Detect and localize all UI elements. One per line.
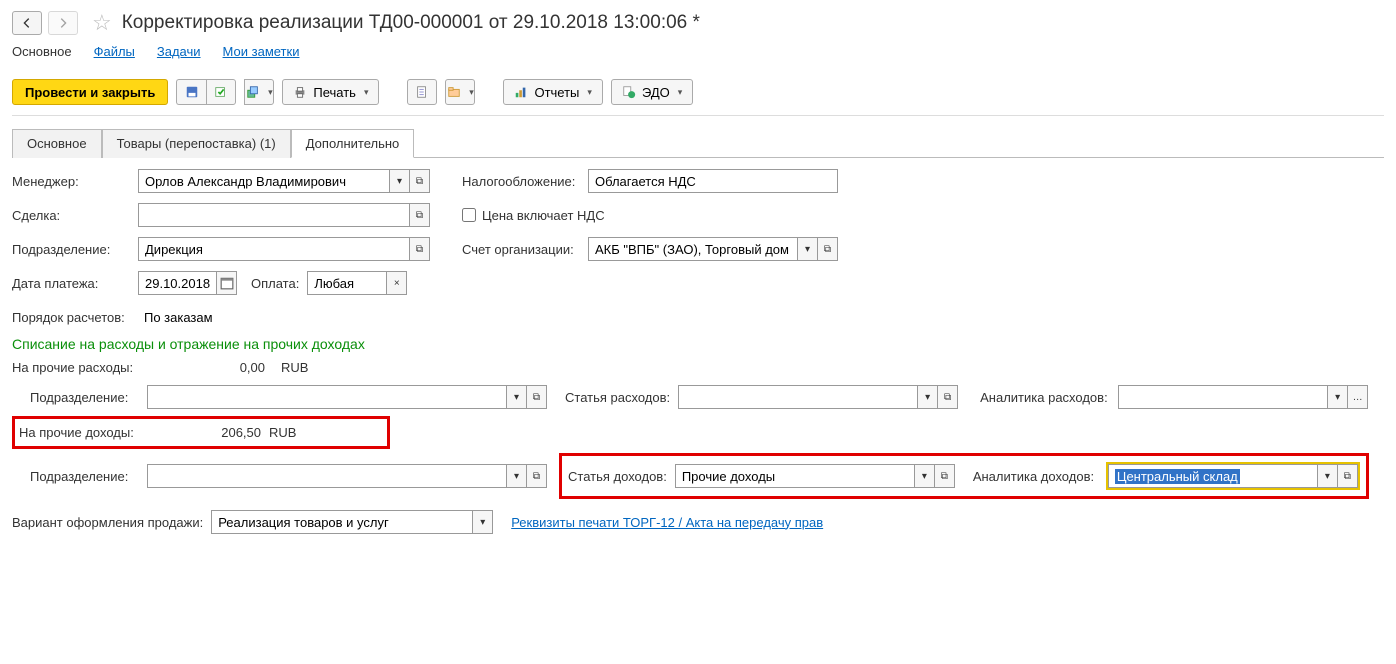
save-button[interactable]: [176, 79, 206, 105]
exp-dept-input: [147, 385, 507, 409]
payment-input[interactable]: [307, 271, 387, 295]
print-button[interactable]: Печать▾: [282, 79, 379, 105]
expenses-income-section-title: Списание на расходы и отражение на прочи…: [12, 336, 1384, 352]
post-button[interactable]: [206, 79, 236, 105]
tab-main[interactable]: Основное: [12, 129, 102, 158]
favorite-star-icon[interactable]: ☆: [92, 10, 112, 36]
exp-dept-label: Подразделение:: [30, 390, 139, 405]
reports-button[interactable]: Отчеты▾: [503, 79, 602, 105]
inc-anal-input[interactable]: Центральный склад: [1108, 464, 1318, 488]
exp-currency: RUB: [281, 360, 308, 375]
tax-label: Налогообложение:: [462, 174, 580, 189]
edo-button[interactable]: ЭДО▾: [611, 79, 693, 105]
other-income-label: На прочие доходы:: [19, 425, 151, 440]
inc-dept-label: Подразделение:: [30, 469, 139, 484]
inc-item-input[interactable]: [675, 464, 915, 488]
dept-label: Подразделение:: [12, 242, 130, 257]
exp-dept-open-button: ⧉: [527, 385, 547, 409]
manager-open-button[interactable]: ⧉: [410, 169, 430, 193]
exp-anal-more-button: …: [1348, 385, 1368, 409]
other-expenses-label: На прочие расходы:: [12, 360, 147, 375]
paydate-input[interactable]: [138, 271, 217, 295]
org-account-open-button[interactable]: ⧉: [818, 237, 838, 261]
sale-variant-dropdown-button[interactable]: ▾: [473, 510, 493, 534]
attachments-button[interactable]: ▾: [445, 79, 475, 105]
inc-dept-open-button[interactable]: ⧉: [527, 464, 547, 488]
topnav-main[interactable]: Основное: [12, 44, 72, 59]
inc-dept-input[interactable]: [147, 464, 507, 488]
order-value: [138, 305, 430, 329]
torg12-link[interactable]: Реквизиты печати ТОРГ-12 / Акта на перед…: [511, 515, 823, 530]
org-account-dropdown-button[interactable]: ▾: [798, 237, 818, 261]
inc-item-dropdown-button[interactable]: ▾: [915, 464, 935, 488]
manager-input[interactable]: [138, 169, 390, 193]
inc-currency: RUB: [269, 425, 296, 440]
nav-back-button[interactable]: [12, 11, 42, 35]
inc-item-open-button[interactable]: ⧉: [935, 464, 955, 488]
topnav-notes[interactable]: Мои заметки: [223, 44, 300, 59]
inc-item-label: Статья доходов:: [568, 469, 667, 484]
inc-anal-dropdown-button[interactable]: ▾: [1318, 464, 1338, 488]
topnav-files[interactable]: Файлы: [94, 44, 135, 59]
nav-forward-button: [48, 11, 78, 35]
exp-anal-dropdown-button: ▾: [1328, 385, 1348, 409]
other-expenses-amount: 0,00: [155, 360, 265, 375]
price-includes-vat-label: Цена включает НДС: [482, 208, 605, 223]
tab-extra[interactable]: Дополнительно: [291, 129, 415, 158]
topnav-tasks[interactable]: Задачи: [157, 44, 201, 59]
page-title: Корректировка реализации ТД00-000001 от …: [122, 12, 700, 34]
based-on-button[interactable]: ▾: [244, 79, 274, 105]
payment-label: Оплата:: [251, 276, 299, 291]
document-button[interactable]: [407, 79, 437, 105]
manager-label: Менеджер:: [12, 174, 130, 189]
sale-variant-input[interactable]: [211, 510, 473, 534]
payment-clear-button[interactable]: ×: [387, 271, 407, 295]
inc-anal-label: Аналитика доходов:: [973, 469, 1098, 484]
exp-item-input: [678, 385, 918, 409]
exp-item-dropdown-button: ▾: [918, 385, 938, 409]
price-includes-vat-checkbox[interactable]: [462, 208, 476, 222]
sale-variant-label: Вариант оформления продажи:: [12, 515, 203, 530]
tax-input[interactable]: [588, 169, 838, 193]
dept-input[interactable]: [138, 237, 410, 261]
exp-anal-label: Аналитика расходов:: [980, 390, 1110, 405]
deal-open-button[interactable]: ⧉: [410, 203, 430, 227]
org-account-label: Счет организации:: [462, 242, 580, 257]
manager-dropdown-button[interactable]: ▾: [390, 169, 410, 193]
exp-dept-dropdown-button: ▾: [507, 385, 527, 409]
exp-item-open-button: ⧉: [938, 385, 958, 409]
paydate-label: Дата платежа:: [12, 276, 130, 291]
exp-anal-input: [1118, 385, 1328, 409]
dept-open-button[interactable]: ⧉: [410, 237, 430, 261]
org-account-input[interactable]: [588, 237, 798, 261]
paydate-calendar-button[interactable]: [217, 271, 237, 295]
tab-goods[interactable]: Товары (перепоставка) (1): [102, 129, 291, 158]
exp-item-label: Статья расходов:: [565, 390, 670, 405]
post-close-button[interactable]: Провести и закрыть: [12, 79, 168, 105]
inc-anal-open-button[interactable]: ⧉: [1338, 464, 1358, 488]
other-income-amount: 206,50: [151, 425, 261, 440]
deal-label: Сделка:: [12, 208, 130, 223]
deal-input[interactable]: [138, 203, 410, 227]
order-label: Порядок расчетов:: [12, 310, 130, 325]
inc-dept-dropdown-button[interactable]: ▾: [507, 464, 527, 488]
